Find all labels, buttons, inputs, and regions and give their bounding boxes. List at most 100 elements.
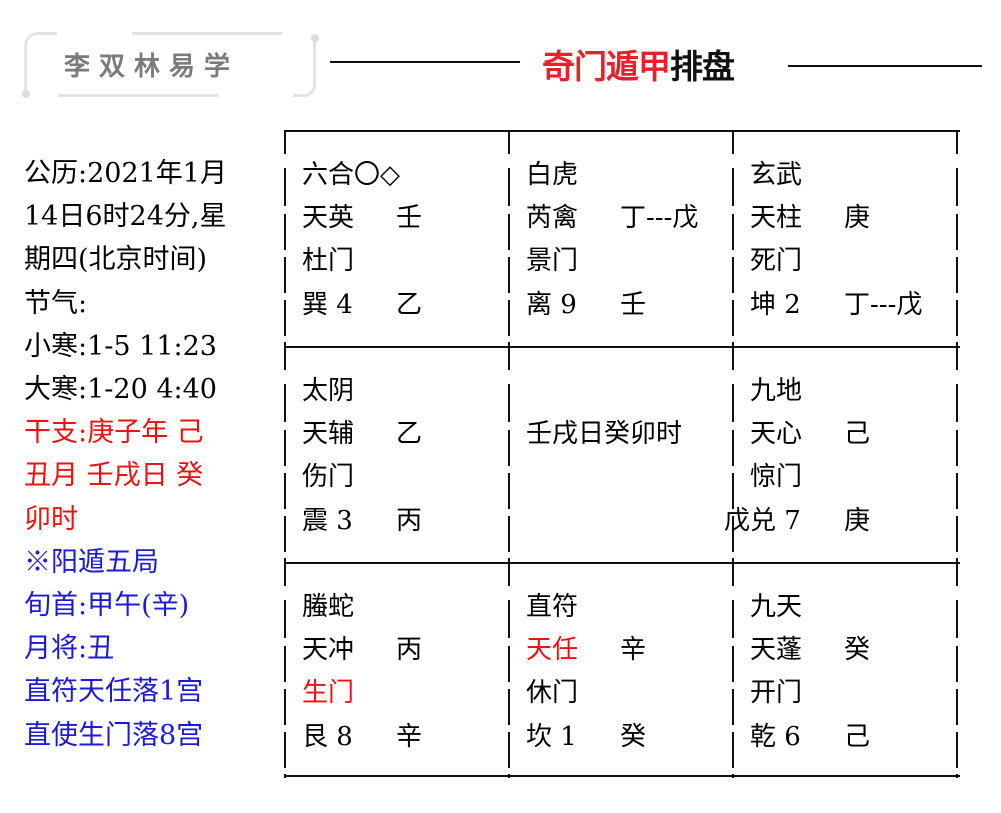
star-stem: 庚 — [844, 203, 871, 234]
deity-row: 螣蛇 — [302, 586, 516, 629]
door-row: 伤门 — [302, 456, 516, 499]
star-stem: 壬 — [396, 203, 423, 234]
grid-vertical-line — [284, 346, 286, 370]
brand-badge: 李双林易学 — [22, 28, 319, 98]
palace-kan-1: 直符 天任 辛休门坎 1 癸 — [526, 586, 740, 758]
earth-stem: 癸 — [620, 721, 647, 752]
grid-vertical-line — [732, 774, 734, 778]
badge-frame-bottom — [58, 94, 218, 97]
title-divider-right — [788, 65, 982, 67]
star-row: 天英 壬 — [302, 197, 516, 240]
palace-xun-4: 六合〇◇ 天英 壬杜门巽 4 乙 — [302, 154, 516, 326]
grid-vertical-line — [508, 562, 510, 586]
info-line: 小寒:1-5 11:23 — [24, 330, 217, 362]
badge-dot — [311, 34, 319, 42]
door: 杜门 — [302, 246, 355, 277]
deity-row: 白虎 — [526, 154, 740, 197]
info-line: 14日6时24分,星 — [24, 201, 227, 233]
earth-stem: 壬 — [620, 289, 647, 320]
info-line: 期四(北京时间) — [24, 244, 208, 276]
chart-info-panel: 公历:2021年1月 14日6时24分,星 期四(北京时间) 节气: 小寒:1-5 11… — [24, 152, 274, 757]
grid-vertical-line — [508, 130, 510, 154]
info-line: 节气: — [24, 287, 88, 319]
star: 天任 — [526, 635, 579, 666]
grid-vertical-line — [284, 384, 286, 422]
deity: 六合〇◇ — [302, 160, 400, 190]
info-line: 月将:丑 — [24, 633, 115, 665]
star: 天柱 — [750, 203, 803, 234]
grid-vertical-line — [508, 346, 510, 370]
door: 生门 — [302, 678, 355, 709]
info-line: 直符天任落1宫 — [24, 676, 204, 708]
palace-kun-2: 玄武天柱 庚死门坤 2 丁---戊 — [750, 154, 964, 326]
deity-row: 九地 — [750, 370, 964, 413]
grid-vertical-line — [284, 562, 286, 586]
door: 休门 — [526, 678, 579, 709]
badge-frame-right — [293, 42, 316, 97]
info-line: 大寒:1-20 4:40 — [24, 374, 217, 406]
palace-dui-7: 九地 天心 己惊门兑 7 庚 — [750, 370, 964, 542]
deity-row: 太阴 — [302, 370, 516, 413]
door-row: 生门 — [302, 672, 516, 715]
star-row: 天柱 庚 — [750, 197, 964, 240]
star-stem: 丙 — [396, 635, 423, 666]
info-line: 卯时 — [24, 503, 78, 535]
badge-frame-top — [132, 32, 282, 35]
deity: 螣蛇 — [302, 592, 355, 622]
grid-vertical-line — [956, 130, 958, 154]
earth-stem: 乙 — [396, 289, 423, 320]
trigram-row: 坤 2 丁---戊 — [750, 284, 964, 327]
door-row: 死门 — [750, 240, 964, 283]
grid-horizontal-line — [284, 130, 960, 132]
deity: 九地 — [750, 376, 803, 406]
star-stem: 丁---戊 — [620, 203, 699, 234]
brand-name: 李双林易学 — [64, 52, 240, 82]
trigram-row: 巽 4 乙 — [302, 284, 516, 327]
trigram-row: 兑 7 庚 — [750, 500, 964, 543]
trigram-row: 离 9 壬 — [526, 284, 740, 327]
door-row: 休门 — [526, 672, 740, 715]
star-stem: 乙 — [396, 419, 423, 450]
center-stem: 戊 — [723, 506, 750, 536]
star: 天蓬 — [750, 635, 803, 666]
door-row: 惊门 — [750, 456, 964, 499]
trigram-row: 坎 1 癸 — [526, 716, 740, 759]
grid-vertical-line — [732, 346, 734, 370]
trigram-row: 乾 6 己 — [750, 716, 964, 759]
info-line: 直使生门落8宫 — [24, 719, 204, 751]
page-title: 奇门遁甲排盘 — [542, 40, 735, 88]
grid-vertical-line — [284, 689, 286, 725]
grid-vertical-line — [508, 774, 510, 778]
trigram: 兑 7 — [750, 505, 801, 536]
palace-zhen-3: 太阴天辅 乙伤门震 3 丙 — [302, 370, 516, 542]
star-row: 天辅 乙 — [302, 413, 516, 456]
trigram: 乾 6 — [750, 721, 801, 752]
star-stem: 癸 — [844, 635, 871, 666]
grid-vertical-line — [284, 257, 286, 293]
trigram-row: 艮 8 辛 — [302, 716, 516, 759]
deity: 玄武 — [750, 160, 803, 190]
badge-frame-left — [24, 32, 57, 95]
trigram-row: 震 3 丙 — [302, 500, 516, 543]
grid-vertical-line — [284, 516, 286, 552]
star: 天辅 — [302, 419, 355, 450]
grid-horizontal-line — [284, 562, 960, 564]
trigram: 坎 1 — [526, 721, 577, 752]
info-line: ※阳遁五局 — [24, 546, 159, 578]
star-stem: 辛 — [620, 635, 647, 666]
deity: 白虎 — [526, 160, 579, 190]
grid-vertical-line — [284, 600, 286, 638]
info-line: 公历:2021年1月 — [24, 158, 227, 189]
deity-row: 九天 — [750, 586, 964, 629]
title-divider-left — [330, 61, 520, 63]
star-row: 天蓬 癸 — [750, 629, 964, 672]
grid-vertical-line — [732, 562, 734, 586]
star-row: 天任 辛 — [526, 629, 740, 672]
qimen-grid: 六合〇◇ 天英壬杜门巽 4 乙白虎 芮禽 丁---戊 景门离 9 壬玄武 天柱庚死门坤 2 丁-… — [284, 130, 960, 778]
star-stem: 己 — [844, 419, 871, 450]
palace-center-5: 壬戌日癸卯时戊 — [526, 370, 750, 542]
earth-stem: 己 — [844, 721, 871, 752]
trigram: 艮 8 — [302, 721, 353, 752]
grid-vertical-line — [956, 774, 958, 778]
deity-row: 玄武 — [750, 154, 964, 197]
